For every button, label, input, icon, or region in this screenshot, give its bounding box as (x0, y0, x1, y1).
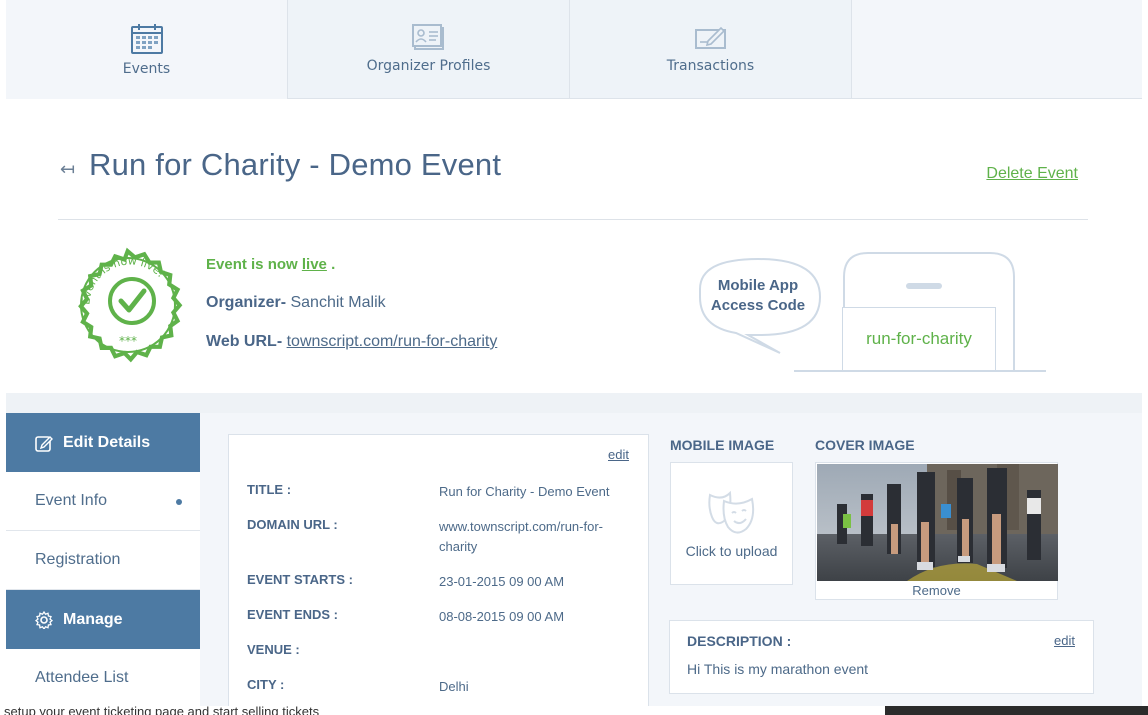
delete-event-link[interactable]: Delete Event (986, 165, 1078, 183)
detail-value: www.townscript.com/run-for-charity (439, 519, 603, 554)
theatre-mask-icon (707, 490, 754, 533)
organizer-label: Organizer- (206, 294, 287, 311)
sidebar-head-edit-details[interactable]: Edit Details (6, 413, 200, 472)
detail-value: Delhi (439, 679, 469, 694)
sidebar: Edit Details Event Info Registration Man… (6, 413, 200, 708)
live-status-suffix: . (331, 256, 336, 273)
description-box: DESCRIPTION : edit Hi This is my maratho… (669, 620, 1094, 694)
sidebar-item-registration[interactable]: Registration (6, 531, 200, 590)
id-card-icon (411, 24, 444, 50)
header-divider (58, 219, 1088, 220)
sidebar-item-attendee-list-label: Attendee List (35, 669, 129, 686)
organizer-name: Sanchit Malik (290, 294, 386, 311)
active-dot-icon (176, 499, 182, 505)
live-status: Event is now live . (206, 256, 335, 273)
sidebar-head-edit-details-label: Edit Details (63, 433, 151, 451)
detail-key: EVENT ENDS : (247, 607, 339, 622)
gear-icon (35, 610, 53, 629)
detail-value: Run for Charity - Demo Event (439, 484, 610, 499)
calendar-icon (130, 23, 163, 54)
cover-image-label: COVER IMAGE (815, 437, 915, 453)
description-label: DESCRIPTION : (687, 633, 792, 649)
sidebar-item-attendee-list[interactable]: Attendee List (6, 649, 200, 708)
edit-icon (35, 435, 53, 452)
detail-key: DOMAIN URL : (247, 517, 338, 532)
page-title: Run for Charity - Demo Event (89, 147, 502, 182)
detail-value: 08-08-2015 09 00 AM (439, 609, 565, 624)
description-text: Hi This is my marathon event (687, 661, 869, 677)
sidebar-item-event-info-label: Event Info (35, 492, 108, 509)
sidebar-item-registration-label: Registration (35, 551, 121, 568)
event-info-edit-link[interactable]: edit (608, 447, 629, 462)
tab-events[interactable]: Events (6, 0, 288, 99)
description-edit-link[interactable]: edit (1054, 633, 1075, 648)
detail-key: EVENT STARTS : (247, 572, 353, 587)
tab-transactions-label: Transactions (666, 58, 755, 74)
access-code-screen: run-for-charity (842, 307, 996, 371)
cover-photo-marathon (817, 464, 1058, 581)
mobile-app-bubble-text: Mobile App Access Code (710, 277, 806, 314)
mobile-image-upload[interactable]: Click to upload (670, 462, 793, 585)
right-gutter (1142, 0, 1148, 715)
sidebar-head-manage[interactable]: Manage (6, 590, 200, 649)
remove-cover-button[interactable]: Remove (816, 583, 1057, 598)
tab-empty-space (852, 0, 1142, 99)
web-url-link[interactable]: townscript.com/run-for-charity (287, 333, 498, 350)
tab-organizer-profiles[interactable]: Organizer Profiles (288, 0, 570, 99)
cheque-icon (694, 26, 726, 49)
live-badge-seal: Event is now live! *** (78, 247, 183, 363)
footer-tagline: setup your event ticketing page and star… (4, 704, 320, 715)
back-arrow-icon[interactable]: ↤ (60, 159, 75, 180)
event-info-card: edit TITLE : Run for Charity - Demo Even… (228, 434, 649, 715)
live-link[interactable]: live (302, 256, 327, 273)
organizer-line: Organizer- Sanchit Malik (206, 294, 386, 312)
badge-stars: *** (119, 334, 137, 348)
upload-text: Click to upload (685, 542, 778, 559)
mobile-image-label: MOBILE IMAGE (670, 437, 775, 453)
web-url-label: Web URL- (206, 333, 283, 350)
detail-key: VENUE : (247, 642, 300, 657)
top-tabs: Events Organizer Profiles Transactions (6, 0, 1142, 99)
live-status-prefix: Event is now (206, 256, 298, 273)
event-details-region: Edit Details Event Info Registration Man… (6, 413, 1142, 715)
web-url-line: Web URL- townscript.com/run-for-charity (206, 333, 497, 351)
detail-key: TITLE : (247, 482, 292, 497)
cover-image-box: Remove (815, 462, 1058, 600)
tab-events-label: Events (122, 60, 171, 77)
detail-key: CITY : (247, 677, 285, 692)
detail-value: 23-01-2015 09 00 AM (439, 574, 565, 589)
event-header-panel: ↤ Run for Charity - Demo Event Delete Ev… (6, 99, 1142, 393)
tab-organizer-profiles-label: Organizer Profiles (366, 58, 491, 74)
tab-transactions[interactable]: Transactions (570, 0, 852, 99)
sidebar-head-manage-label: Manage (63, 610, 123, 628)
sidebar-item-event-info[interactable]: Event Info (6, 472, 200, 531)
